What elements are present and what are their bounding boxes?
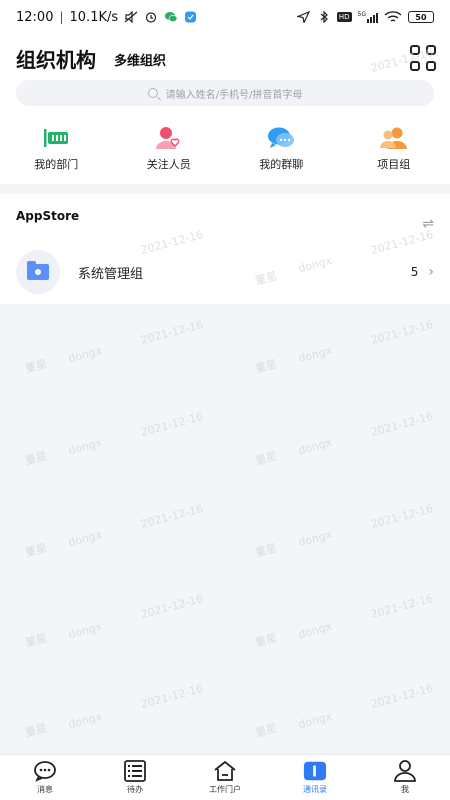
watermark-date: 2021-12-16	[139, 591, 205, 622]
bottom-tab-bar: 消息 待办 工作门户 通讯录 我	[0, 754, 450, 800]
profile-icon	[393, 760, 417, 782]
quick-project-group[interactable]: 项目组	[338, 126, 450, 176]
network-speed: 10.1K/s	[69, 9, 119, 25]
watermark-date: 2021-12-16	[139, 501, 205, 532]
status-bar: 12:00 | 10.1K/s HD 5G 50	[0, 0, 450, 34]
page-title: 组织机构	[16, 47, 96, 72]
watermark-user: dongx	[296, 343, 334, 366]
search-input[interactable]: 请输入姓名/手机号/拼音首字母	[16, 80, 434, 106]
watermark-name: 董星	[23, 449, 49, 468]
department-icon	[41, 126, 71, 150]
quick-my-department[interactable]: 我的部门	[0, 126, 113, 176]
follow-person-icon	[154, 126, 184, 150]
watermark-name: 董星	[23, 631, 49, 650]
tab-label: 我	[401, 785, 409, 794]
title-row: 组织机构 多维组织	[16, 40, 436, 76]
watermark-name: 董星	[253, 449, 279, 468]
quick-my-group-chats[interactable]: 我的群聊	[225, 126, 338, 176]
group-count: 5	[410, 265, 419, 279]
watermark-name: 董星	[23, 541, 49, 560]
watermark-user: dongx	[296, 435, 334, 458]
multi-org-tab[interactable]: 多维组织	[114, 50, 166, 69]
watermark-name: 董星	[23, 357, 49, 376]
quick-label: 我的群聊	[259, 158, 304, 171]
tab-me[interactable]: 我	[360, 755, 450, 800]
tab-work-portal[interactable]: 工作门户	[180, 755, 270, 800]
switch-icon[interactable]: ⇌	[422, 216, 434, 232]
home-portal-icon	[213, 760, 237, 782]
watermark-name: 董星	[253, 357, 279, 376]
group-chat-icon	[266, 126, 296, 150]
watermark-date: 2021-12-16	[139, 409, 205, 440]
tab-label: 工作门户	[209, 785, 241, 794]
watermark-name: 董星	[23, 721, 49, 740]
watermark-user: dongx	[296, 527, 334, 550]
wechat-icon	[164, 11, 178, 23]
tab-messages[interactable]: 消息	[0, 755, 90, 800]
quick-label: 关注人员	[146, 158, 191, 171]
watermark-date: 2021-12-16	[369, 681, 435, 712]
quick-label: 我的部门	[34, 158, 79, 171]
tab-label: 消息	[37, 785, 53, 794]
battery-icon: 50	[408, 11, 434, 23]
watermark-user: dongx	[66, 709, 104, 732]
watermark-name: 董星	[253, 721, 279, 740]
quick-followed-people[interactable]: 关注人员	[113, 126, 226, 176]
alarm-icon	[144, 11, 158, 23]
app-notify-icon	[184, 11, 198, 23]
status-time: 12:00	[16, 9, 54, 25]
watermark-date: 2021-12-16	[369, 591, 435, 622]
watermark-date: 2021-12-16	[369, 409, 435, 440]
chevron-right-icon: ›	[428, 264, 434, 280]
grid-menu-icon[interactable]	[410, 45, 436, 71]
tab-label: 待办	[127, 785, 143, 794]
quick-actions: 我的部门 关注人员 我的群聊 项目组	[0, 126, 450, 176]
watermark-name: 董星	[253, 541, 279, 560]
message-icon	[33, 760, 57, 782]
project-group-icon	[379, 126, 409, 150]
tab-todo[interactable]: 待办	[90, 755, 180, 800]
signal-label: 5G	[357, 11, 366, 18]
watermark-date: 2021-12-16	[369, 317, 435, 348]
location-icon	[295, 10, 311, 25]
folder-icon	[16, 250, 60, 294]
watermark-user: dongx	[66, 435, 104, 458]
group-name: 系统管理组	[78, 266, 144, 282]
watermark-date: 2021-12-16	[139, 681, 205, 712]
hd-badge: HD	[336, 12, 352, 22]
header: 组织机构 多维组织 请输入姓名/手机号/拼音首字母 我的部门 关注人员 我的群聊…	[0, 34, 450, 184]
watermark-user: dongx	[296, 709, 334, 732]
search-placeholder: 请输入姓名/手机号/拼音首字母	[165, 89, 303, 101]
mute-icon	[124, 10, 138, 24]
bluetooth-icon	[317, 10, 331, 24]
signal-icon: 5G	[358, 11, 378, 23]
tab-contacts[interactable]: 通讯录	[270, 755, 360, 800]
search-icon	[147, 88, 158, 98]
watermark-name: 董星	[253, 631, 279, 650]
wifi-icon	[384, 11, 402, 23]
quick-label: 项目组	[377, 158, 411, 171]
contacts-icon	[303, 760, 327, 782]
watermark-user: dongx	[66, 527, 104, 550]
tab-label: 通讯录	[303, 785, 327, 794]
section-title: AppStore	[16, 209, 80, 223]
watermark-user: dongx	[66, 619, 104, 642]
group-row-system-admin[interactable]: 系统管理组 5 ›	[16, 250, 434, 294]
watermark-user: dongx	[66, 343, 104, 366]
watermark-date: 2021-12-16	[369, 501, 435, 532]
todo-list-icon	[123, 760, 147, 782]
watermark-user: dongx	[296, 619, 334, 642]
watermark-date: 2021-12-16	[139, 317, 205, 348]
appstore-section: AppStore ⇌ 系统管理组 5 ›	[0, 194, 450, 304]
